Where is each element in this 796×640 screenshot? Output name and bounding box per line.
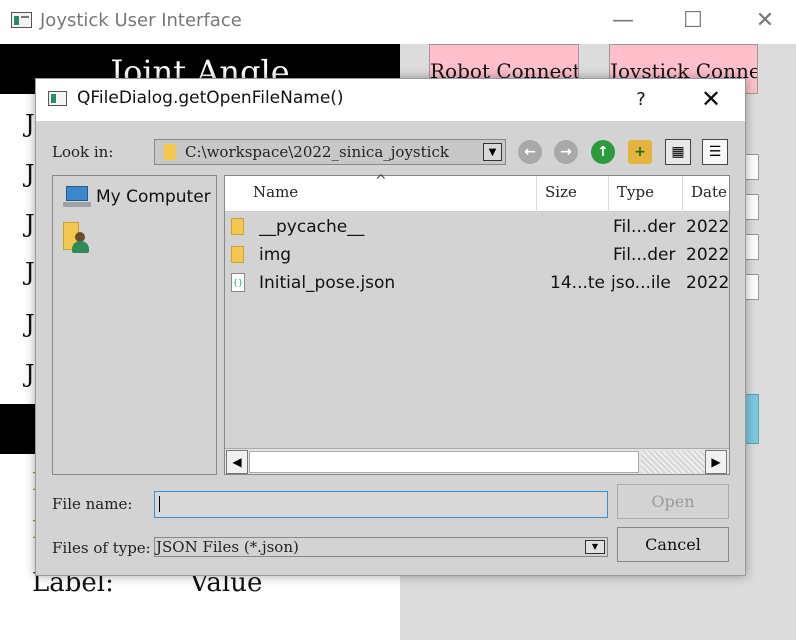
file-list: Name ^ Size Type Date M __pycache__ Fil.… (224, 173, 730, 475)
folder-icon (231, 218, 244, 235)
folder-icon (231, 246, 244, 263)
dialog-titlebar: QFileDialog.getOpenFileName() ? ✕ (36, 79, 745, 121)
look-in-label: Look in: (52, 143, 114, 161)
json-file-icon: {} (231, 273, 245, 292)
file-size: 14...te (550, 273, 605, 293)
file-name-input[interactable] (154, 491, 608, 518)
computer-icon (63, 186, 91, 208)
file-date: 2022/ (686, 245, 729, 265)
scrollbar-track[interactable] (641, 451, 705, 473)
file-name: img (259, 245, 292, 265)
detail-view-button[interactable]: ☰ (702, 139, 728, 165)
chevron-down-icon[interactable]: ▼ (483, 143, 502, 161)
forward-button[interactable]: → (554, 140, 578, 164)
horizontal-scrollbar[interactable]: ◀ ▶ (225, 448, 729, 474)
file-name: __pycache__ (259, 217, 365, 237)
file-size (537, 213, 607, 241)
column-header-type[interactable]: Type (609, 176, 683, 212)
joint-label-2: J (25, 160, 35, 188)
file-date: 2022/ (686, 217, 729, 237)
close-window-button[interactable]: ✕ (742, 0, 788, 44)
joint-label-5: J (25, 310, 35, 338)
look-in-combo[interactable]: C:\workspace\2022_sinica_joystick ▼ (154, 139, 506, 165)
joint-label-3: J (25, 210, 35, 238)
side-field-2[interactable] (744, 194, 759, 220)
column-header-size[interactable]: Size (537, 176, 609, 212)
file-row[interactable]: img Fil...der 2022/ (225, 241, 729, 269)
sort-ascending-icon: ^ (375, 173, 387, 189)
scroll-right-icon[interactable]: ▶ (705, 450, 727, 474)
scroll-left-icon[interactable]: ◀ (226, 450, 248, 474)
open-button[interactable]: Open (617, 484, 729, 519)
side-field-3[interactable] (744, 234, 759, 260)
joint-label-6: J (25, 360, 35, 388)
file-dialog: QFileDialog.getOpenFileName() ? ✕ Look i… (35, 78, 746, 576)
dialog-close-button[interactable]: ✕ (691, 79, 731, 121)
scrollbar-thumb[interactable] (249, 451, 639, 473)
places-sidebar: My Computer (52, 175, 217, 475)
file-type-select[interactable]: JSON Files (*.json) ▼ (154, 537, 608, 557)
joint-label-4: J (25, 258, 35, 286)
side-field-4[interactable] (744, 274, 759, 300)
parent-directory-button[interactable]: ↑ (591, 140, 615, 164)
cancel-button[interactable]: Cancel (617, 527, 729, 562)
list-view-button[interactable]: ▦ (665, 139, 691, 165)
file-name: Initial_pose.json (259, 273, 396, 293)
window-title: Joystick User Interface (40, 10, 242, 31)
column-header-date[interactable]: Date M (683, 176, 729, 212)
file-date: 2022/ (686, 273, 729, 293)
files-of-type-label: Files of type: (52, 539, 151, 557)
column-header-name[interactable]: Name (245, 176, 537, 212)
dialog-app-icon (48, 91, 67, 106)
help-button[interactable]: ? (626, 79, 656, 121)
file-name-label: File name: (52, 495, 133, 513)
file-type-value: JSON Files (*.json) (156, 538, 299, 556)
user-folder-icon[interactable] (63, 222, 91, 254)
app-icon (11, 12, 32, 28)
folder-icon (164, 144, 176, 160)
sidebar-item-my-computer[interactable]: My Computer (96, 187, 211, 207)
file-size (537, 241, 607, 269)
minimize-button[interactable]: — (600, 0, 646, 44)
chevron-down-icon[interactable]: ▼ (585, 540, 605, 554)
dialog-title: QFileDialog.getOpenFileName() (77, 88, 344, 108)
file-type: Fil...der (613, 217, 676, 237)
joint-label-1: J (25, 110, 35, 138)
file-row[interactable]: __pycache__ Fil...der 2022/ (225, 213, 729, 241)
back-button[interactable]: ← (518, 140, 542, 164)
new-folder-button[interactable]: + (628, 140, 652, 164)
look-in-path: C:\workspace\2022_sinica_joystick (185, 143, 449, 161)
list-header: Name ^ Size Type Date M (225, 173, 729, 212)
main-titlebar: Joystick User Interface — ☐ ✕ (0, 0, 796, 44)
file-type: jso...ile (611, 273, 671, 293)
file-row[interactable]: {} Initial_pose.json 14...te jso...ile 2… (225, 269, 729, 297)
blue-action-button[interactable] (744, 394, 759, 444)
file-type: Fil...der (613, 245, 676, 265)
side-field-1[interactable] (744, 154, 759, 180)
maximize-button[interactable]: ☐ (670, 0, 716, 44)
text-cursor (159, 496, 160, 512)
